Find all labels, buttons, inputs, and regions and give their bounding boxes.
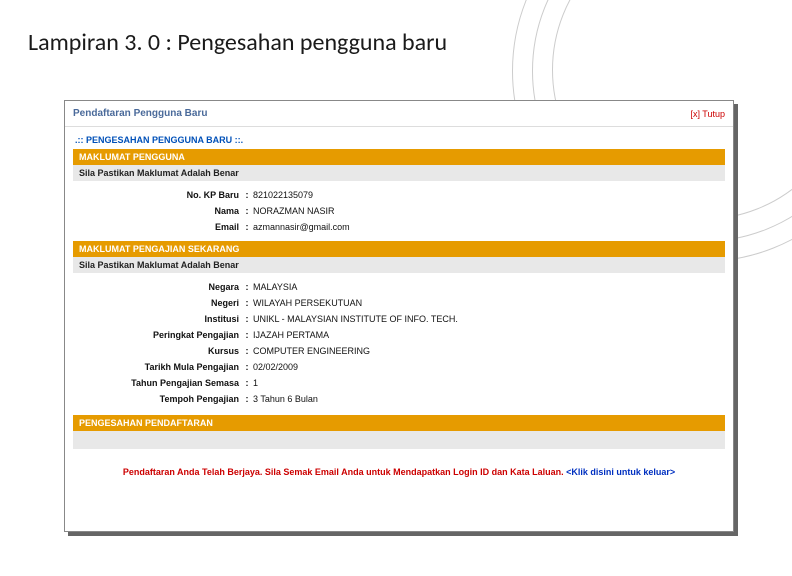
field-sep: :: [243, 343, 251, 359]
field-label: Kursus: [73, 343, 243, 359]
field-row: Institusi : UNIKL - MALAYSIAN INSTITUTE …: [73, 311, 725, 327]
field-sep: :: [243, 203, 251, 219]
field-sep: :: [243, 279, 251, 295]
field-row: Negara : MALAYSIA: [73, 279, 725, 295]
personal-fields: No. KP Baru : 821022135079 Nama : NORAZM…: [73, 181, 725, 241]
field-value: WILAYAH PERSEKUTUAN: [251, 295, 725, 311]
field-sep: :: [243, 219, 251, 235]
field-row: Tarikh Mula Pengajian : 02/02/2009: [73, 359, 725, 375]
field-label: Tahun Pengajian Semasa: [73, 375, 243, 391]
field-value: 1: [251, 375, 725, 391]
section-personal-subheader: Sila Pastikan Maklumat Adalah Benar: [73, 165, 725, 181]
field-sep: :: [243, 391, 251, 407]
field-value: 02/02/2009: [251, 359, 725, 375]
app-window: Pendaftaran Pengguna Baru [x] Tutup .:: …: [64, 100, 734, 532]
section-study-subheader: Sila Pastikan Maklumat Adalah Benar: [73, 257, 725, 273]
study-fields: Negara : MALAYSIA Negeri : WILAYAH PERSE…: [73, 273, 725, 413]
field-label: Tempoh Pengajian: [73, 391, 243, 407]
window-header: Pendaftaran Pengguna Baru [x] Tutup: [65, 101, 733, 127]
field-label: Negara: [73, 279, 243, 295]
page-subheading: .:: PENGESAHAN PENGGUNA BARU ::.: [73, 131, 725, 149]
field-value: MALAYSIA: [251, 279, 725, 295]
field-row: Peringkat Pengajian : IJAZAH PERTAMA: [73, 327, 725, 343]
window-content: .:: PENGESAHAN PENGGUNA BARU ::. MAKLUMA…: [65, 127, 733, 487]
field-label: Peringkat Pengajian: [73, 327, 243, 343]
confirm-sub-bar: [73, 431, 725, 449]
field-label: Tarikh Mula Pengajian: [73, 359, 243, 375]
field-label: Negeri: [73, 295, 243, 311]
confirm-bar: PENGESAHAN PENDAFTARAN: [73, 415, 725, 431]
field-value: NORAZMAN NASIR: [251, 203, 725, 219]
close-button[interactable]: [x] Tutup: [690, 109, 725, 119]
section-study-header: MAKLUMAT PENGAJIAN SEKARANG: [73, 241, 725, 257]
field-row: Tempoh Pengajian : 3 Tahun 6 Bulan: [73, 391, 725, 407]
success-text: Pendaftaran Anda Telah Berjaya. Sila Sem…: [123, 467, 566, 477]
success-message-row: Pendaftaran Anda Telah Berjaya. Sila Sem…: [73, 449, 725, 483]
field-sep: :: [243, 311, 251, 327]
field-sep: :: [243, 187, 251, 203]
field-row: Tahun Pengajian Semasa : 1: [73, 375, 725, 391]
field-row: Nama : NORAZMAN NASIR: [73, 203, 725, 219]
field-value: IJAZAH PERTAMA: [251, 327, 725, 343]
field-value: 3 Tahun 6 Bulan: [251, 391, 725, 407]
field-label: Nama: [73, 203, 243, 219]
window-title: Pendaftaran Pengguna Baru: [73, 108, 207, 119]
field-label: No. KP Baru: [73, 187, 243, 203]
field-value: 821022135079: [251, 187, 725, 203]
field-value: UNIKL - MALAYSIAN INSTITUTE OF INFO. TEC…: [251, 311, 725, 327]
field-row: Negeri : WILAYAH PERSEKUTUAN: [73, 295, 725, 311]
field-sep: :: [243, 295, 251, 311]
field-sep: :: [243, 359, 251, 375]
field-row: Email : azmannasir@gmail.com: [73, 219, 725, 235]
field-row: No. KP Baru : 821022135079: [73, 187, 725, 203]
field-row: Kursus : COMPUTER ENGINEERING: [73, 343, 725, 359]
field-value: COMPUTER ENGINEERING: [251, 343, 725, 359]
field-sep: :: [243, 375, 251, 391]
field-label: Institusi: [73, 311, 243, 327]
field-label: Email: [73, 219, 243, 235]
field-sep: :: [243, 327, 251, 343]
slide-title: Lampiran 3. 0 : Pengesahan pengguna baru: [28, 28, 447, 57]
field-value: azmannasir@gmail.com: [251, 219, 725, 235]
exit-link[interactable]: <Klik disini untuk keluar>: [566, 467, 675, 477]
section-personal-header: MAKLUMAT PENGGUNA: [73, 149, 725, 165]
